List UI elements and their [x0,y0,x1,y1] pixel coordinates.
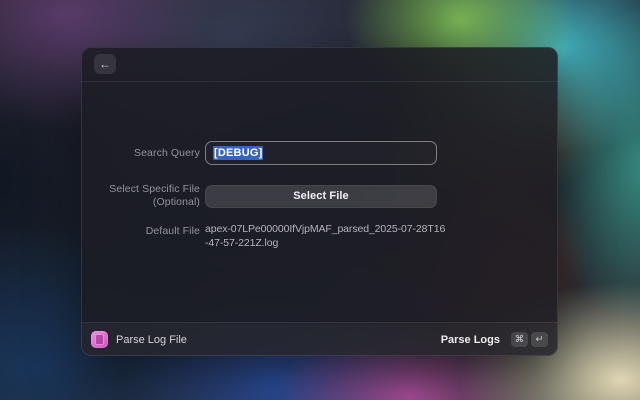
search-query-input[interactable]: [DEBUG] [205,141,437,165]
back-arrow-icon: ← [99,57,111,71]
search-query-value: [DEBUG] [213,146,263,160]
default-file-label: Default File [81,223,200,238]
default-file-row: Default File apex-07LPe00000IfVjpMAF_par… [81,223,558,250]
extension-icon [91,331,108,348]
footer-action-bar: Parse Log File Parse Logs ⌘ ↵ [81,322,558,356]
default-file-value: apex-07LPe00000IfVjpMAF_parsed_2025-07-2… [205,223,448,250]
select-file-label: Select Specific File (Optional) [81,183,200,209]
select-file-label-line1: Select Specific File [81,183,200,196]
search-query-row: Search Query [DEBUG] [81,141,558,165]
back-button[interactable]: ← [94,54,116,74]
form: Search Query [DEBUG] Select Specific Fil… [81,129,558,250]
window-header: ← [81,47,558,82]
footer-primary-action: Parse Logs ⌘ ↵ [441,332,548,347]
search-query-label: Search Query [81,147,200,160]
command-key-icon: ⌘ [511,332,528,347]
parse-log-file-window: ← Search Query [DEBUG] Select Specific F… [81,47,558,356]
select-file-row: Select Specific File (Optional) Select F… [81,183,558,209]
return-key-icon: ↵ [531,332,548,347]
footer-command-title: Parse Log File [116,334,187,346]
select-file-button[interactable]: Select File [205,185,437,208]
parse-logs-action[interactable]: Parse Logs [441,334,500,346]
log-document-icon [95,334,104,345]
desktop-background: ← Search Query [DEBUG] Select Specific F… [0,0,640,400]
select-file-label-line2: (Optional) [81,196,200,209]
